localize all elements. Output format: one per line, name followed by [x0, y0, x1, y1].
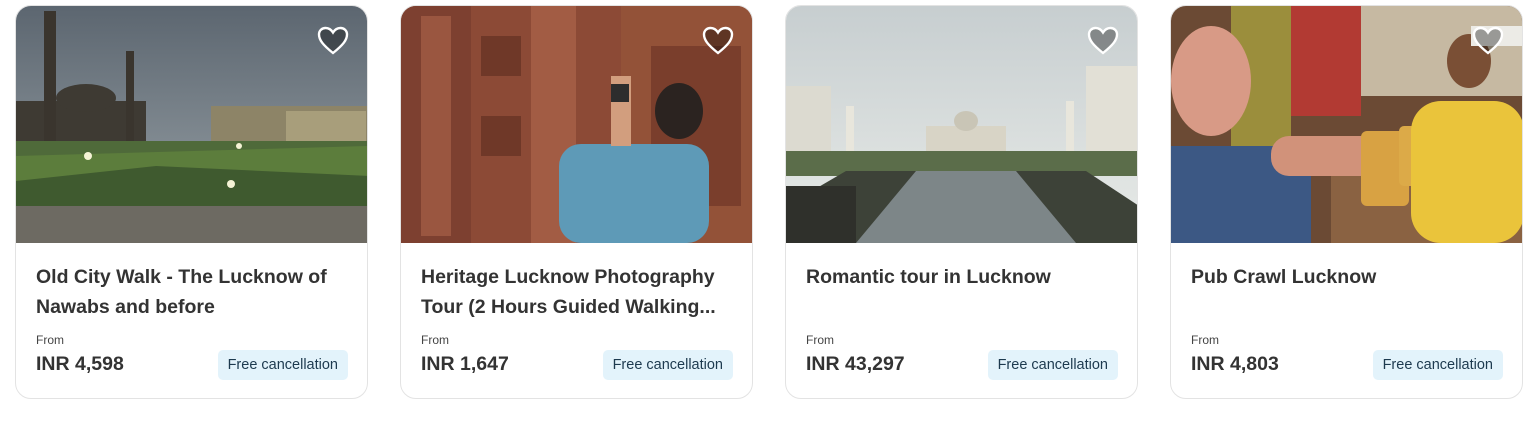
card-title[interactable]: Pub Crawl Lucknow	[1191, 262, 1506, 292]
activity-card[interactable]: Heritage Lucknow Photography Tour (2 Hou…	[400, 5, 753, 399]
heart-icon	[702, 26, 734, 55]
free-cancellation-badge: Free cancellation	[217, 350, 348, 380]
card-photo[interactable]	[786, 6, 1137, 243]
card-photo[interactable]	[401, 6, 752, 243]
activity-card[interactable]: Old City Walk - The Lucknow of Nawabs an…	[15, 5, 368, 399]
heart-icon	[1087, 26, 1119, 55]
card-price: INR 43,297	[806, 353, 905, 375]
favorite-button[interactable]	[1087, 26, 1119, 56]
price-from-label: From	[421, 333, 449, 347]
card-price: INR 1,647	[421, 353, 509, 375]
card-price: INR 4,598	[36, 353, 124, 375]
favorite-button[interactable]	[1472, 26, 1504, 56]
activity-card[interactable]: Romantic tour in Lucknow From INR 43,297…	[785, 5, 1138, 399]
favorite-button[interactable]	[702, 26, 734, 56]
free-cancellation-badge: Free cancellation	[987, 350, 1118, 380]
favorite-button[interactable]	[317, 26, 349, 56]
card-title[interactable]: Romantic tour in Lucknow	[806, 262, 1121, 292]
card-title[interactable]: Old City Walk - The Lucknow of Nawabs an…	[36, 262, 351, 322]
free-cancellation-badge: Free cancellation	[602, 350, 733, 380]
heart-icon	[1472, 26, 1504, 55]
card-photo[interactable]	[1171, 6, 1522, 243]
price-from-label: From	[36, 333, 64, 347]
activity-card[interactable]: Pub Crawl Lucknow From INR 4,803 Free ca…	[1170, 5, 1523, 399]
price-from-label: From	[806, 333, 834, 347]
free-cancellation-badge: Free cancellation	[1372, 350, 1503, 380]
heart-icon	[317, 26, 349, 55]
price-from-label: From	[1191, 333, 1219, 347]
card-price: INR 4,803	[1191, 353, 1279, 375]
card-photo[interactable]	[16, 6, 367, 243]
card-title[interactable]: Heritage Lucknow Photography Tour (2 Hou…	[421, 262, 736, 322]
